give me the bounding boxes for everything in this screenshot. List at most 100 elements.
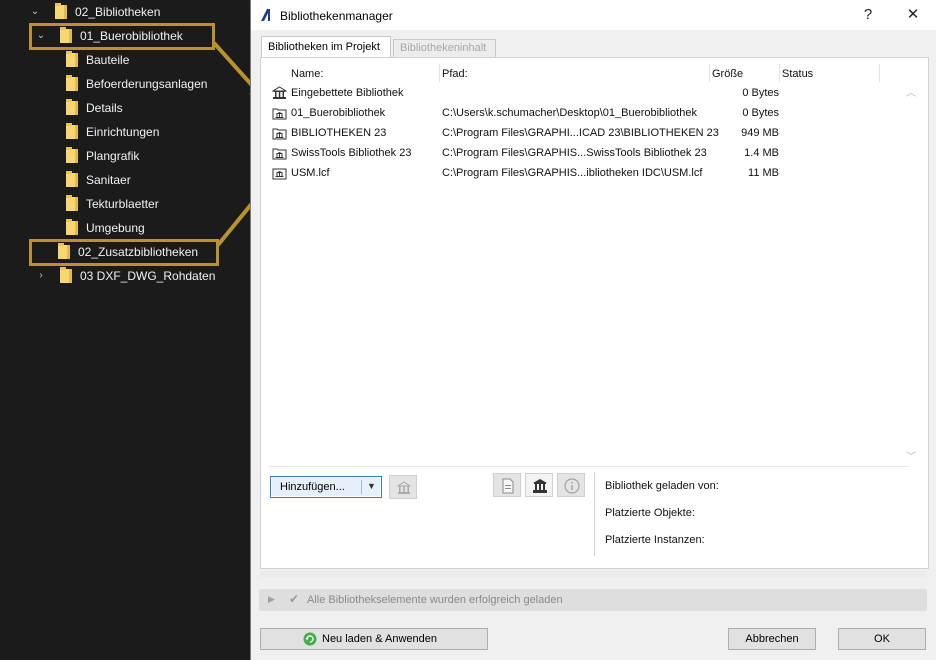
row-path: C:\Program Files\GRAPHIS...ibliotheken I…: [442, 167, 703, 179]
folder-icon: [66, 51, 78, 67]
close-button[interactable]: ✕: [901, 4, 925, 26]
folder-icon: [66, 99, 78, 115]
title-bar[interactable]: Bibliothekenmanager ? ✕: [251, 0, 936, 30]
progress-strip: [260, 571, 926, 577]
table-row[interactable]: USM.lcf C:\Program Files\GRAPHIS...iblio…: [269, 164, 789, 184]
library-list[interactable]: Name: Pfad: Größe Status Eingebettete Bi…: [269, 64, 909, 466]
row-name: BIBLIOTHEKEN 23: [291, 127, 387, 139]
cancel-button[interactable]: Abbrechen: [728, 628, 816, 650]
table-row[interactable]: BIBLIOTHEKEN 23 C:\Program Files\GRAPHI.…: [269, 124, 789, 144]
info-button[interactable]: [557, 473, 585, 497]
chevron-right-icon[interactable]: ›: [36, 271, 46, 281]
row-name: USM.lcf: [291, 167, 330, 179]
library-settings-button[interactable]: [525, 473, 553, 497]
tree-item-details[interactable]: Details: [66, 97, 123, 119]
row-size: 0 Bytes: [742, 87, 779, 99]
folder-icon: [55, 3, 67, 19]
tree-item-label: Umgebung: [86, 221, 145, 235]
explorer-tree: ⌄ 02_Bibliotheken ⌄ 01_Buerobibliothek B…: [0, 0, 250, 660]
folder-icon: [66, 195, 78, 211]
folder-icon: [66, 75, 78, 91]
remove-library-button[interactable]: [389, 475, 417, 499]
tree-item-befoerderungsanlagen[interactable]: Befoerderungsanlagen: [66, 73, 207, 95]
tree-item-label: Sanitaer: [86, 173, 131, 187]
table-row[interactable]: 01_Buerobibliothek C:\Users\k.schumacher…: [269, 104, 789, 124]
library-folder-icon: [272, 128, 287, 140]
reload-icon: [303, 632, 317, 646]
library-folder-icon: [272, 148, 287, 160]
tab-panel: Name: Pfad: Größe Status Eingebettete Bi…: [260, 57, 929, 569]
row-size: 1.4 MB: [744, 147, 779, 159]
tree-item-label: 03 DXF_DWG_Rohdaten: [80, 269, 216, 283]
info-divider: [594, 472, 595, 556]
tree-item-label: 02_Bibliotheken: [75, 5, 161, 19]
help-button[interactable]: ?: [856, 4, 880, 26]
list-scrollbar[interactable]: ︿ ﹀: [902, 64, 922, 466]
library-file-button[interactable]: [493, 473, 521, 497]
row-size: 11 MB: [748, 167, 779, 179]
library-icon: [272, 86, 287, 99]
folder-icon: [60, 267, 72, 283]
expand-arrow-icon[interactable]: ▶: [268, 594, 275, 605]
table-row[interactable]: SwissTools Bibliothek 23 C:\Program File…: [269, 144, 789, 164]
tree-item-plangrafik[interactable]: Plangrafik: [66, 145, 139, 167]
info-placed-instances: Platzierte Instanzen:: [605, 534, 705, 546]
column-divider: [709, 64, 710, 82]
archicad-logo-icon: [261, 9, 270, 21]
column-divider: [779, 64, 780, 82]
tree-item-einrichtungen[interactable]: Einrichtungen: [66, 121, 159, 143]
folder-icon: [66, 219, 78, 235]
column-header-name[interactable]: Name:: [291, 67, 323, 82]
chevron-down-icon[interactable]: ⌄: [30, 7, 40, 17]
info-placed-objects: Platzierte Objekte:: [605, 507, 695, 519]
tab-bibliotheken-im-projekt[interactable]: Bibliotheken im Projekt: [261, 36, 391, 58]
document-icon: [502, 478, 514, 494]
row-name: 01_Buerobibliothek: [291, 107, 386, 119]
status-message: Alle Bibliothekselemente wurden erfolgre…: [307, 594, 563, 606]
table-row[interactable]: Eingebettete Bibliothek 0 Bytes: [269, 84, 789, 104]
folder-icon: [66, 123, 78, 139]
column-header-status[interactable]: Status: [782, 67, 813, 82]
info-icon: [564, 478, 580, 494]
dropdown-arrow-icon[interactable]: ▼: [367, 481, 376, 491]
row-size: 949 MB: [741, 127, 779, 139]
column-header-size[interactable]: Größe: [712, 67, 743, 82]
tree-item-02-bibliotheken[interactable]: ⌄ 02_Bibliotheken: [30, 1, 160, 23]
library-remove-icon: [396, 481, 412, 494]
library-building-icon: [533, 479, 547, 493]
ok-button[interactable]: OK: [838, 628, 926, 650]
scroll-down-arrow-icon[interactable]: ﹀: [906, 448, 916, 463]
row-path: C:\Users\k.schumacher\Desktop\01_Buerobi…: [442, 107, 697, 119]
tree-item-label: Plangrafik: [86, 149, 140, 163]
column-header-path[interactable]: Pfad:: [442, 67, 468, 82]
row-size: 0 Bytes: [742, 107, 779, 119]
tree-item-label: Details: [86, 101, 123, 115]
library-manager-dialog: Bibliothekenmanager ? ✕ Bibliotheken im …: [250, 0, 936, 660]
library-file-icon: [272, 168, 287, 180]
tree-item-bauteile[interactable]: Bauteile: [66, 49, 129, 71]
row-name: SwissTools Bibliothek 23: [291, 147, 412, 159]
status-bar[interactable]: ▶ ✔ Alle Bibliothekselemente wurden erfo…: [259, 589, 927, 611]
highlight-box-zusatzbibliotheken: [29, 239, 219, 266]
folder-icon: [66, 171, 78, 187]
reload-button-label: Neu laden & Anwenden: [322, 633, 437, 645]
tab-bibliothekeninhalt[interactable]: Bibliothekeninhalt: [393, 39, 496, 57]
scroll-up-arrow-icon[interactable]: ︿: [906, 84, 916, 99]
tree-item-label: Einrichtungen: [86, 125, 160, 139]
tree-item-tekturblaetter[interactable]: Tekturblaetter: [66, 193, 159, 215]
tree-item-label: Befoerderungsanlagen: [86, 77, 208, 91]
reload-apply-button[interactable]: Neu laden & Anwenden: [260, 628, 488, 650]
tree-item-label: Bauteile: [86, 53, 130, 67]
add-library-button[interactable]: Hinzufügen... ▼: [270, 476, 382, 498]
column-divider: [879, 64, 880, 82]
column-divider: [439, 64, 440, 82]
highlight-box-buerobibliothek: [29, 23, 215, 50]
split-divider: [361, 480, 362, 494]
checkmark-icon: ✔: [289, 592, 300, 606]
info-loaded-from: Bibliothek geladen von:: [605, 480, 719, 492]
tree-item-03-dxf-dwg-rohdaten[interactable]: › 03 DXF_DWG_Rohdaten: [36, 265, 215, 287]
row-path: C:\Program Files\GRAPHI...ICAD 23\BIBLIO…: [442, 127, 719, 139]
library-folder-icon: [272, 108, 287, 120]
tree-item-sanitaer[interactable]: Sanitaer: [66, 169, 131, 191]
tree-item-umgebung[interactable]: Umgebung: [66, 217, 145, 239]
